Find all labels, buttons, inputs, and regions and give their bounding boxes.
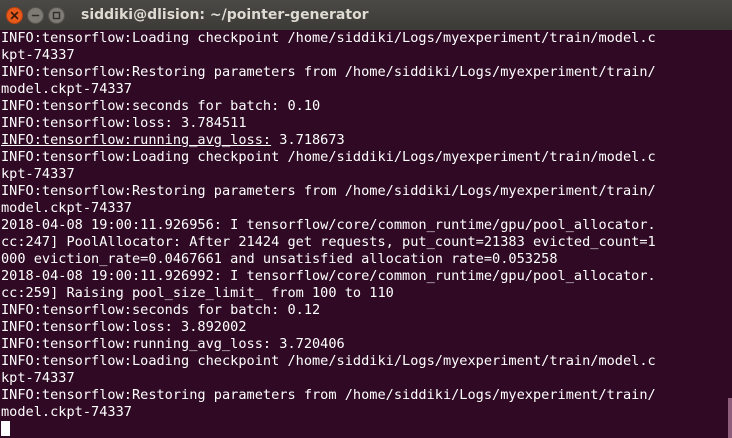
terminal-line: 000 eviction_rate=0.0467661 and unsatisf… — [1, 251, 558, 267]
minimize-icon — [31, 14, 40, 16]
terminal-line: INFO:tensorflow:Restoring parameters fro… — [1, 64, 656, 80]
terminal-line: INFO:tensorflow:Loading checkpoint /home… — [1, 149, 656, 165]
terminal-line: kpt-74337 — [1, 166, 75, 182]
prompt-line[interactable] — [1, 421, 726, 438]
terminal-line: kpt-74337 — [1, 370, 75, 386]
close-button[interactable] — [6, 6, 23, 24]
window-title: siddiki@dlision: ~/pointer-generator — [81, 7, 369, 23]
terminal-line-underlined: INFO:tensorflow:running_avg_loss: 3.7186… — [1, 132, 726, 149]
minimize-button[interactable] — [27, 6, 44, 24]
terminal-line: INFO:tensorflow:loss: 3.784511 — [1, 115, 247, 131]
terminal-line: INFO:tensorflow:loss: 3.892002 — [1, 319, 247, 335]
terminal-line: 2018-04-08 19:00:11.926956: I tensorflow… — [1, 217, 656, 233]
terminal-output[interactable]: INFO:tensorflow:Loading checkpoint /home… — [0, 30, 726, 438]
window-controls — [6, 6, 69, 24]
terminal-line: cc:247] PoolAllocator: After 21424 get r… — [1, 234, 656, 250]
terminal-line: INFO:tensorflow:running_avg_loss: 3.7204… — [1, 336, 345, 352]
title-bar[interactable]: siddiki@dlision: ~/pointer-generator — [0, 0, 732, 31]
terminal-window: siddiki@dlision: ~/pointer-generator INF… — [0, 0, 732, 438]
terminal-line: INFO:tensorflow:Loading checkpoint /home… — [1, 353, 656, 369]
terminal-line: 2018-04-08 19:00:11.926992: I tensorflow… — [1, 268, 656, 284]
scrollbar-thumb[interactable] — [728, 398, 732, 438]
underlined-line-value: 3.718673 — [271, 132, 345, 148]
terminal-line: INFO:tensorflow:Loading checkpoint /home… — [1, 30, 656, 46]
maximize-button[interactable] — [48, 6, 65, 24]
terminal-line: model.ckpt-74337 — [1, 404, 132, 420]
terminal-line: model.ckpt-74337 — [1, 200, 132, 216]
terminal-line: model.ckpt-74337 — [1, 81, 132, 97]
underlined-text: INFO:tensorflow:running_avg_loss: — [1, 132, 272, 148]
terminal-line: kpt-74337 — [1, 47, 75, 63]
terminal-line: INFO:tensorflow:seconds for batch: 0.12 — [1, 302, 321, 318]
terminal-line: INFO:tensorflow:Restoring parameters fro… — [1, 183, 656, 199]
maximize-icon — [52, 11, 61, 19]
text-cursor — [1, 421, 10, 436]
terminal-line: INFO:tensorflow:seconds for batch: 0.10 — [1, 98, 321, 114]
close-icon — [10, 11, 19, 19]
terminal-line: INFO:tensorflow:Restoring parameters fro… — [1, 387, 656, 403]
terminal-line: cc:259] Raising pool_size_limit_ from 10… — [1, 285, 394, 301]
scrollbar[interactable] — [726, 30, 732, 438]
